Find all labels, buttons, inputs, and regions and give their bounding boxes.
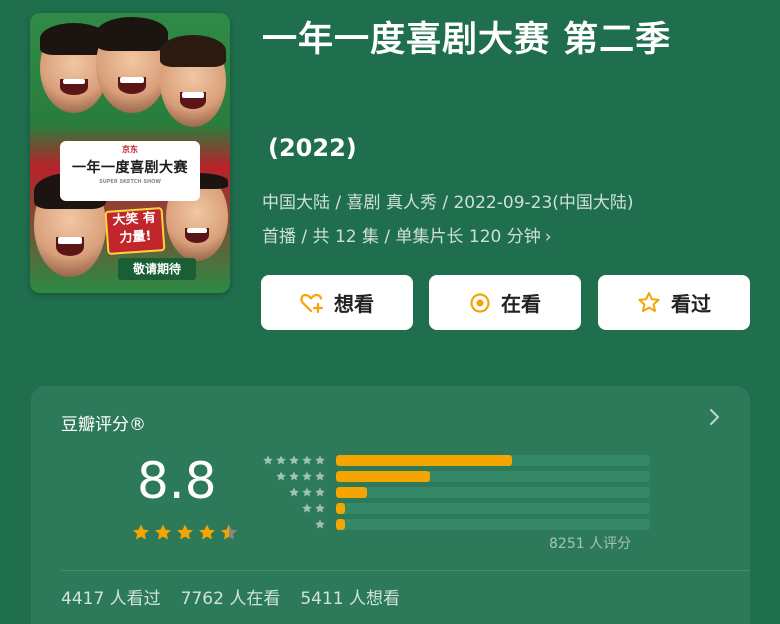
rating-bar-row — [256, 452, 650, 468]
bar-star-label — [256, 518, 326, 530]
rating-bar-row — [256, 484, 650, 500]
rating-distribution — [256, 452, 650, 532]
rating-bar-track — [336, 518, 650, 530]
rating-bar-row — [256, 516, 650, 532]
bar-star-label — [256, 486, 326, 498]
poster-image[interactable]: 京东 一年一度喜剧大赛 SUPER SKETCH SHOW 大笑 有力量! 敬请… — [30, 13, 230, 293]
bar-star-label — [256, 454, 326, 466]
bar-star-label — [256, 470, 326, 482]
watched-button[interactable]: 看过 — [598, 275, 750, 330]
poster-title: 一年一度喜剧大赛 — [72, 160, 188, 176]
rating-bar-row — [256, 468, 650, 484]
rating-bar-fill — [336, 518, 346, 530]
poster-tag: 敬请期待 — [118, 258, 196, 280]
rating-bar-fill — [336, 470, 431, 482]
release-year: (2022) — [268, 134, 357, 162]
rating-bar-track — [336, 454, 650, 466]
bar-star-label — [256, 502, 326, 514]
want-to-watch-button[interactable]: 想看 — [261, 275, 413, 330]
rating-bar-row — [256, 500, 650, 516]
rating-bar-track — [336, 486, 650, 498]
rating-stars — [131, 522, 239, 546]
stat-watched: 4417 人看过 — [61, 589, 161, 609]
poster-subtitle: SUPER SKETCH SHOW — [99, 179, 161, 185]
poster-face — [96, 17, 168, 113]
rating-bar-fill — [336, 502, 346, 514]
watched-label: 看过 — [671, 292, 711, 316]
poster-burst: 大笑 有力量! — [104, 207, 166, 255]
divider — [61, 570, 750, 571]
poster-face — [160, 35, 226, 127]
page-title: 一年一度喜剧大赛 第二季 — [262, 20, 672, 60]
rating-header: 豆瓣评分® — [61, 415, 146, 435]
rating-score: 8.8 — [137, 452, 217, 510]
chevron-right-icon[interactable] — [708, 408, 720, 430]
rating-bar-track — [336, 502, 650, 514]
want-to-watch-label: 想看 — [334, 292, 374, 316]
rating-star-icon — [153, 522, 173, 546]
rating-star-icon — [131, 522, 151, 546]
rating-bar-track — [336, 470, 650, 482]
meta-line-1: 中国大陆 / 喜剧 真人秀 / 2022-09-23(中国大陆) — [262, 193, 634, 213]
poster-banner: 京东 一年一度喜剧大赛 SUPER SKETCH SHOW — [60, 141, 200, 201]
star-icon — [637, 291, 661, 314]
stat-want: 5411 人想看 — [300, 589, 401, 609]
watching-label: 在看 — [501, 292, 541, 316]
heart-plus-icon — [300, 292, 324, 314]
rating-card[interactable]: 豆瓣评分® 8.8 8251 人评分 4417 人看过 7762 人在看 541… — [31, 386, 750, 624]
rating-star-icon — [219, 522, 239, 546]
stat-watching: 7762 人在看 — [180, 589, 281, 609]
chevron-right-icon: › — [544, 227, 552, 247]
rating-bar-fill — [336, 454, 512, 466]
rating-count: 8251 人评分 — [549, 536, 632, 552]
meta-line-2: 首播 / 共 12 集 / 单集片长 120 分钟 › — [262, 227, 552, 247]
poster-logo: 京东 — [122, 145, 138, 154]
rating-star-icon — [197, 522, 217, 546]
meta-info[interactable]: 中国大陆 / 喜剧 真人秀 / 2022-09-23(中国大陆) 首播 / 共 … — [262, 186, 762, 254]
target-icon — [469, 292, 491, 314]
rating-bar-fill — [336, 486, 368, 498]
watching-button[interactable]: 在看 — [429, 275, 581, 330]
rating-star-icon — [175, 522, 195, 546]
stats-row: 4417 人看过 7762 人在看 5411 人想看 — [61, 584, 400, 609]
